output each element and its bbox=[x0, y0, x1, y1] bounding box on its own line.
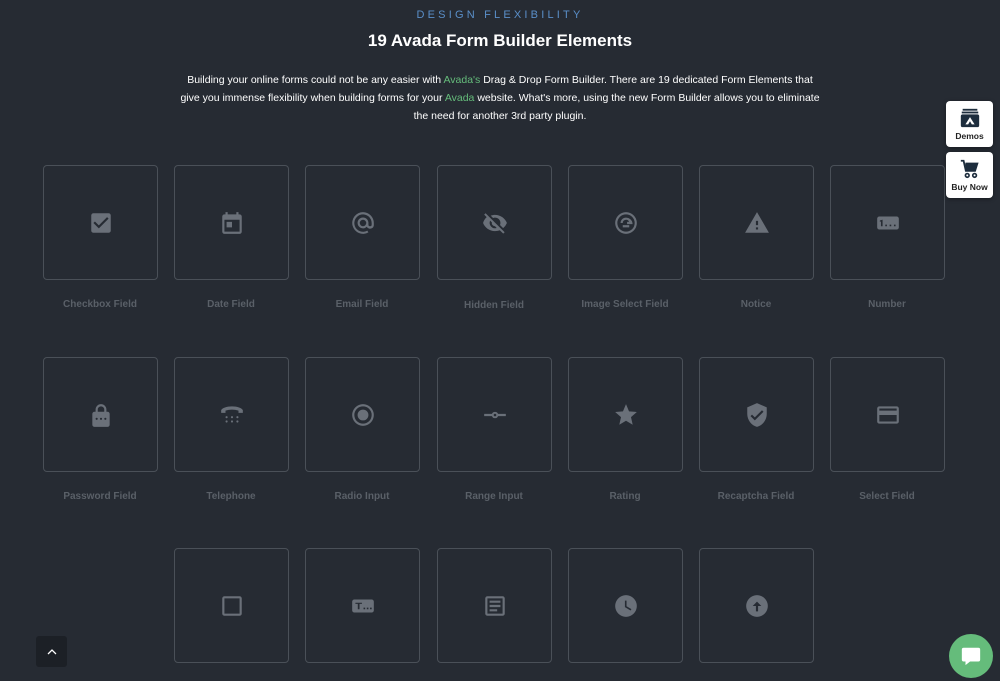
select-icon bbox=[876, 405, 899, 424]
element-tile-select bbox=[830, 357, 945, 472]
element-label: Rating bbox=[609, 491, 641, 502]
demos-icon bbox=[960, 108, 979, 128]
image-select-icon bbox=[614, 211, 637, 234]
element-tile-radio bbox=[305, 357, 420, 472]
eye-off-icon bbox=[482, 212, 507, 234]
element-label: Recaptcha Field bbox=[717, 491, 795, 502]
shield-check-icon bbox=[746, 402, 767, 427]
element-tile-textarea bbox=[437, 548, 552, 663]
element-tile-range bbox=[437, 357, 552, 472]
element-label: Date Field bbox=[207, 299, 255, 310]
upload-icon bbox=[745, 594, 768, 617]
element-tile-date bbox=[174, 165, 289, 280]
element-label: Telephone bbox=[206, 491, 256, 502]
intro-part-3: website. What's more, using the new Form… bbox=[413, 92, 820, 122]
at-sign-icon bbox=[351, 211, 374, 234]
calendar-icon bbox=[221, 211, 242, 234]
range-icon bbox=[483, 411, 506, 418]
demos-button[interactable]: Demos bbox=[946, 101, 993, 147]
element-tile-time bbox=[568, 548, 683, 663]
section-eyebrow: DESIGN FLEXIBILITY bbox=[416, 9, 584, 21]
page-title: 19 Avada Form Builder Elements bbox=[367, 31, 633, 50]
text-field-icon bbox=[351, 599, 374, 612]
element-label: Checkbox Field bbox=[63, 299, 137, 310]
chat-bubble-icon bbox=[961, 647, 981, 666]
element-label: Hidden Field bbox=[464, 300, 524, 311]
empty-checkbox-icon bbox=[221, 595, 242, 616]
element-tile-rating bbox=[568, 357, 683, 472]
intro-part-1: Building your online forms could not be … bbox=[187, 74, 444, 86]
buy-now-button[interactable]: Buy Now bbox=[946, 152, 993, 198]
element-tile-notice bbox=[699, 165, 814, 280]
element-tile-image-select bbox=[568, 165, 683, 280]
element-tile-password bbox=[43, 357, 158, 472]
demos-label: Demos bbox=[955, 131, 984, 141]
radio-icon bbox=[351, 403, 374, 426]
element-tile-text bbox=[305, 548, 420, 663]
element-label: Notice bbox=[740, 299, 772, 310]
element-tile-hidden bbox=[437, 165, 552, 280]
element-tile-recaptcha bbox=[699, 357, 814, 472]
scroll-to-top-button[interactable] bbox=[36, 636, 67, 667]
element-label: Image Select Field bbox=[581, 299, 669, 310]
textarea-icon bbox=[484, 595, 505, 616]
element-tile-checkbox bbox=[43, 165, 158, 280]
chat-button[interactable] bbox=[949, 634, 993, 678]
element-tile-email bbox=[305, 165, 420, 280]
buy-now-label: Buy Now bbox=[951, 182, 988, 192]
element-label: Radio Input bbox=[334, 491, 390, 502]
intro-text: Building your online forms could not be … bbox=[180, 71, 820, 125]
warning-icon bbox=[744, 211, 769, 233]
element-label: Password Field bbox=[63, 491, 137, 502]
element-label: Email Field bbox=[335, 299, 389, 310]
star-icon bbox=[614, 403, 637, 425]
element-tile-number bbox=[830, 165, 945, 280]
chevron-up-icon bbox=[47, 648, 56, 654]
element-tile-telephone bbox=[174, 357, 289, 472]
element-label: Range Input bbox=[465, 491, 523, 502]
lock-icon bbox=[91, 403, 110, 427]
cart-icon bbox=[960, 159, 979, 179]
element-label: Number bbox=[868, 299, 906, 310]
clock-icon bbox=[614, 594, 637, 617]
avada-link[interactable]: Avada bbox=[445, 92, 475, 104]
element-tile-checkbox-empty bbox=[174, 548, 289, 663]
element-tile-upload bbox=[699, 548, 814, 663]
phone-icon bbox=[220, 405, 243, 423]
number-icon bbox=[876, 216, 899, 229]
checkbox-icon bbox=[90, 212, 111, 233]
avadas-link[interactable]: Avada's bbox=[443, 74, 480, 86]
element-label: Select Field bbox=[859, 491, 915, 502]
